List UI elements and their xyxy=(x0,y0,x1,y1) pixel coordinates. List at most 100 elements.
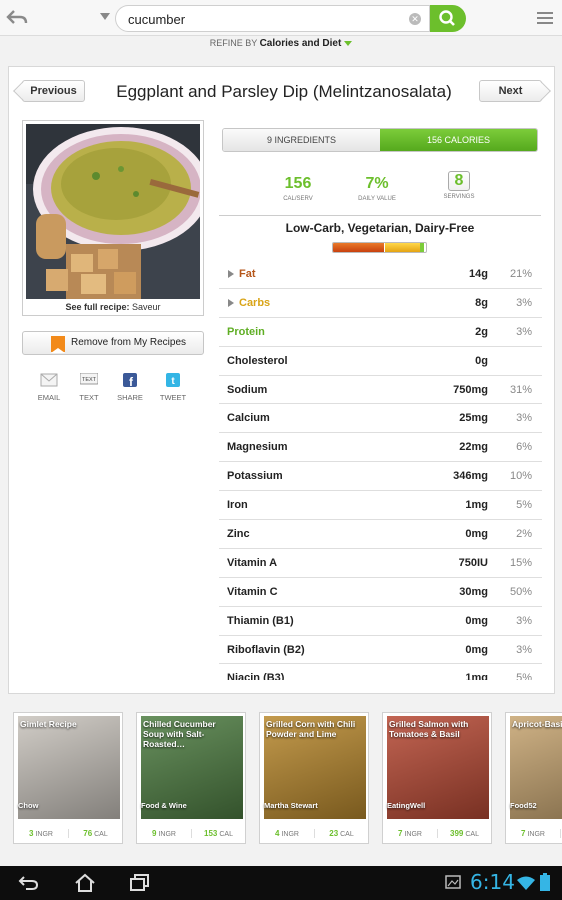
calorie-count: 153 CAL xyxy=(191,829,245,838)
nutrient-amount: 25mg xyxy=(459,412,488,425)
tab-ingredients[interactable]: 9 INGREDIENTS xyxy=(223,129,380,151)
remove-from-my-recipes-button[interactable]: Remove from My Recipes xyxy=(22,331,204,355)
nutrient-row-niacin-b3: Niacin (B3) 1mg 5% xyxy=(219,664,542,680)
macro-ratio-bar xyxy=(332,242,427,253)
facebook-share[interactable]: f SHARE xyxy=(110,373,150,402)
remove-label: Remove from My Recipes xyxy=(71,337,187,348)
related-recipe-tile[interactable]: Apricot-Basil Cream Food52 7 INGR CAL xyxy=(505,712,562,844)
servings-selector[interactable]: 8 xyxy=(447,171,471,191)
related-recipe-stats: 4 INGR 23 CAL xyxy=(260,823,368,843)
recipe-photo[interactable] xyxy=(26,124,200,299)
related-recipes-carousel[interactable]: Gimlet Recipe Chow 3 INGR 76 CAL Chilled Cuc… xyxy=(0,700,562,860)
nutrient-daily-percent: 5% xyxy=(516,499,532,512)
text-share[interactable]: TEXT TEXT xyxy=(69,373,109,402)
twitter-icon: t xyxy=(166,373,180,387)
nutrient-name: Magnesium xyxy=(227,441,288,454)
divider xyxy=(219,215,541,216)
nutrient-row-thiamin-b1: Thiamin (B1) 0mg 3% xyxy=(219,607,542,636)
recipe-tabs: 9 INGREDIENTS 156 CALORIES xyxy=(222,128,538,152)
nutrient-name: Riboflavin (B2) xyxy=(227,643,305,656)
servings-stat[interactable]: 8 SERVINGS xyxy=(424,171,494,200)
nutrient-daily-percent: 21% xyxy=(509,268,532,280)
nutrition-list[interactable]: Fat 14g 21% Carbs 8g 3% Protein 2g 3% Cholesterol… xyxy=(219,260,542,680)
photo-caption[interactable]: See full recipe: Saveur xyxy=(23,302,203,312)
calories-label: CAL/SERV xyxy=(283,196,313,202)
share-label: SHARE xyxy=(117,393,143,402)
carbs-segment xyxy=(385,243,421,252)
nutrient-row-cholesterol: Cholesterol 0g xyxy=(219,347,542,376)
nutrient-amount: 2g xyxy=(475,325,488,338)
recipe-title: Eggplant and Parsley Dip (Melintzanosala… xyxy=(116,82,452,101)
expand-triangle-icon[interactable] xyxy=(228,270,234,278)
tweet-label: TWEET xyxy=(159,393,187,402)
calories-stat: 156 CAL/SERV xyxy=(263,175,333,202)
recipe-source: Saveur xyxy=(132,302,161,312)
nutrient-row-sodium: Sodium 750mg 31% xyxy=(219,376,542,405)
home-nav-icon[interactable] xyxy=(73,872,97,894)
related-recipe-stats: 9 INGR 153 CAL xyxy=(137,823,245,843)
up-back-icon[interactable] xyxy=(6,8,28,28)
related-recipe-title: Grilled Salmon with Tomatoes & Basil xyxy=(389,719,469,739)
related-recipe-source: Food & Wine xyxy=(141,801,187,810)
search-button[interactable] xyxy=(430,5,466,32)
nutrient-row-iron: Iron 1mg 5% xyxy=(219,491,542,521)
search-input[interactable] xyxy=(128,10,398,28)
related-recipe-tile[interactable]: Chilled Cucumber Soup with Salt-Roasted…… xyxy=(136,712,246,844)
nutrient-name: Calcium xyxy=(227,412,270,425)
overflow-menu-icon[interactable] xyxy=(537,12,553,24)
previous-button[interactable]: Previous xyxy=(22,80,85,102)
refine-by-dropdown[interactable]: REFINE BY Calories and Diet xyxy=(0,38,562,49)
ingredient-count: 7 INGR xyxy=(398,829,422,838)
nutrient-row-zinc: Zinc 0mg 2% xyxy=(219,520,542,549)
recipe-photo-frame: See full recipe: Saveur xyxy=(22,120,204,316)
expand-triangle-icon[interactable] xyxy=(228,298,234,307)
fat-segment xyxy=(333,243,385,252)
email-icon xyxy=(40,373,58,387)
search-box: ✕ xyxy=(115,5,430,32)
email-share[interactable]: EMAIL xyxy=(29,373,69,402)
related-recipe-tile[interactable]: Grilled Salmon with Tomatoes & Basil Eati… xyxy=(382,712,492,844)
related-recipe-source: EatingWell xyxy=(387,801,426,810)
clear-search-icon[interactable]: ✕ xyxy=(409,13,421,25)
next-button[interactable]: Next xyxy=(479,80,542,102)
nutrient-name: Niacin (B3) xyxy=(227,672,285,680)
nutrient-daily-percent: 3% xyxy=(516,325,532,338)
nutrient-row-fat[interactable]: Fat 14g 21% xyxy=(219,260,542,289)
back-nav-icon[interactable] xyxy=(17,872,41,894)
calorie-count: 399 CAL xyxy=(437,829,491,838)
related-recipe-source: Food52 xyxy=(510,801,537,810)
action-bar: ✕ xyxy=(0,0,562,36)
next-label: Next xyxy=(498,85,523,97)
recipe-card: Previous Eggplant and Parsley Dip (Melin… xyxy=(8,66,555,694)
nutrient-amount: 0mg xyxy=(465,528,488,541)
text-label: TEXT xyxy=(79,393,99,402)
nutrient-row-calcium: Calcium 25mg 3% xyxy=(219,404,542,434)
calorie-count: 23 CAL xyxy=(314,829,368,838)
nutrient-row-carbs[interactable]: Carbs 8g 3% xyxy=(219,289,542,318)
svg-text:TEXT: TEXT xyxy=(82,377,97,383)
nutrient-row-vitamin-a: Vitamin A 750IU 15% xyxy=(219,549,542,578)
recent-apps-icon[interactable] xyxy=(128,872,152,894)
nutrient-daily-percent: 5% xyxy=(516,672,532,680)
related-recipe-tile[interactable]: Gimlet Recipe Chow 3 INGR 76 CAL xyxy=(13,712,123,844)
nutrient-name: Fat xyxy=(239,268,256,280)
nutrient-amount: 346mg xyxy=(453,470,488,483)
share-row: EMAIL TEXT TEXT f SHARE t TWEET xyxy=(29,373,199,409)
search-scope-dropdown-icon[interactable] xyxy=(100,13,110,20)
nutrient-daily-percent: 3% xyxy=(516,296,532,309)
tab-calories[interactable]: 156 CALORIES xyxy=(380,129,537,151)
diet-label: Low-Carb, Vegetarian, Dairy-Free xyxy=(285,221,475,235)
nutrient-daily-percent: 50% xyxy=(509,585,532,598)
nutrient-row-riboflavin-b2: Riboflavin (B2) 0mg 3% xyxy=(219,636,542,665)
related-recipe-title: Grilled Corn with Chili Powder and Lime xyxy=(266,719,356,739)
related-recipe-title: Apricot-Basil Cream xyxy=(512,719,562,729)
related-recipe-stats: 7 INGR CAL xyxy=(506,823,562,843)
nutrient-daily-percent: 31% xyxy=(509,383,532,396)
nutrient-amount: 14g xyxy=(469,268,488,280)
previous-label: Previous xyxy=(30,85,77,97)
twitter-share[interactable]: t TWEET xyxy=(153,373,193,402)
nutrient-name: Vitamin C xyxy=(227,585,278,598)
daily-value-stat: 7% DAILY VALUE xyxy=(342,175,412,202)
wifi-icon xyxy=(517,875,535,891)
related-recipe-tile[interactable]: Grilled Corn with Chili Powder and Lime M… xyxy=(259,712,369,844)
